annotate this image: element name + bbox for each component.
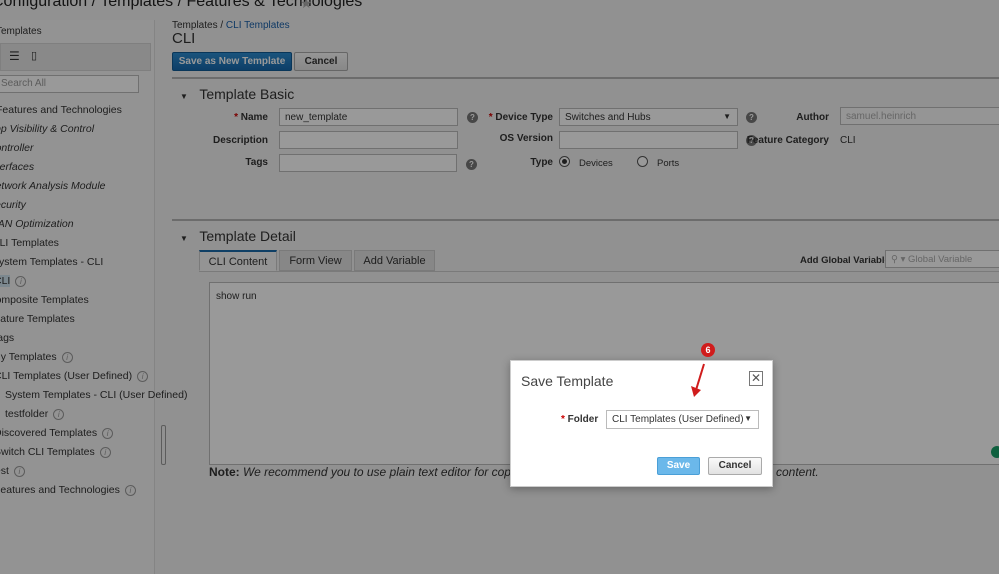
dialog-title: Save Template xyxy=(521,373,614,389)
annotation-arrow-icon xyxy=(691,363,705,397)
modal-overlay xyxy=(0,0,999,574)
close-icon[interactable]: ✕ xyxy=(749,371,763,386)
folder-label: * Folder xyxy=(561,414,599,425)
dropdown-arrow-icon: ▼ xyxy=(744,414,752,423)
save-button[interactable]: Save xyxy=(657,457,700,475)
save-template-dialog: Save Template ✕ * Folder CLI Templates (… xyxy=(510,360,773,487)
step-badge: 6 xyxy=(701,343,715,357)
dialog-cancel-button[interactable]: Cancel xyxy=(708,457,762,475)
folder-select[interactable]: CLI Templates (User Defined) ▼ xyxy=(606,410,759,429)
